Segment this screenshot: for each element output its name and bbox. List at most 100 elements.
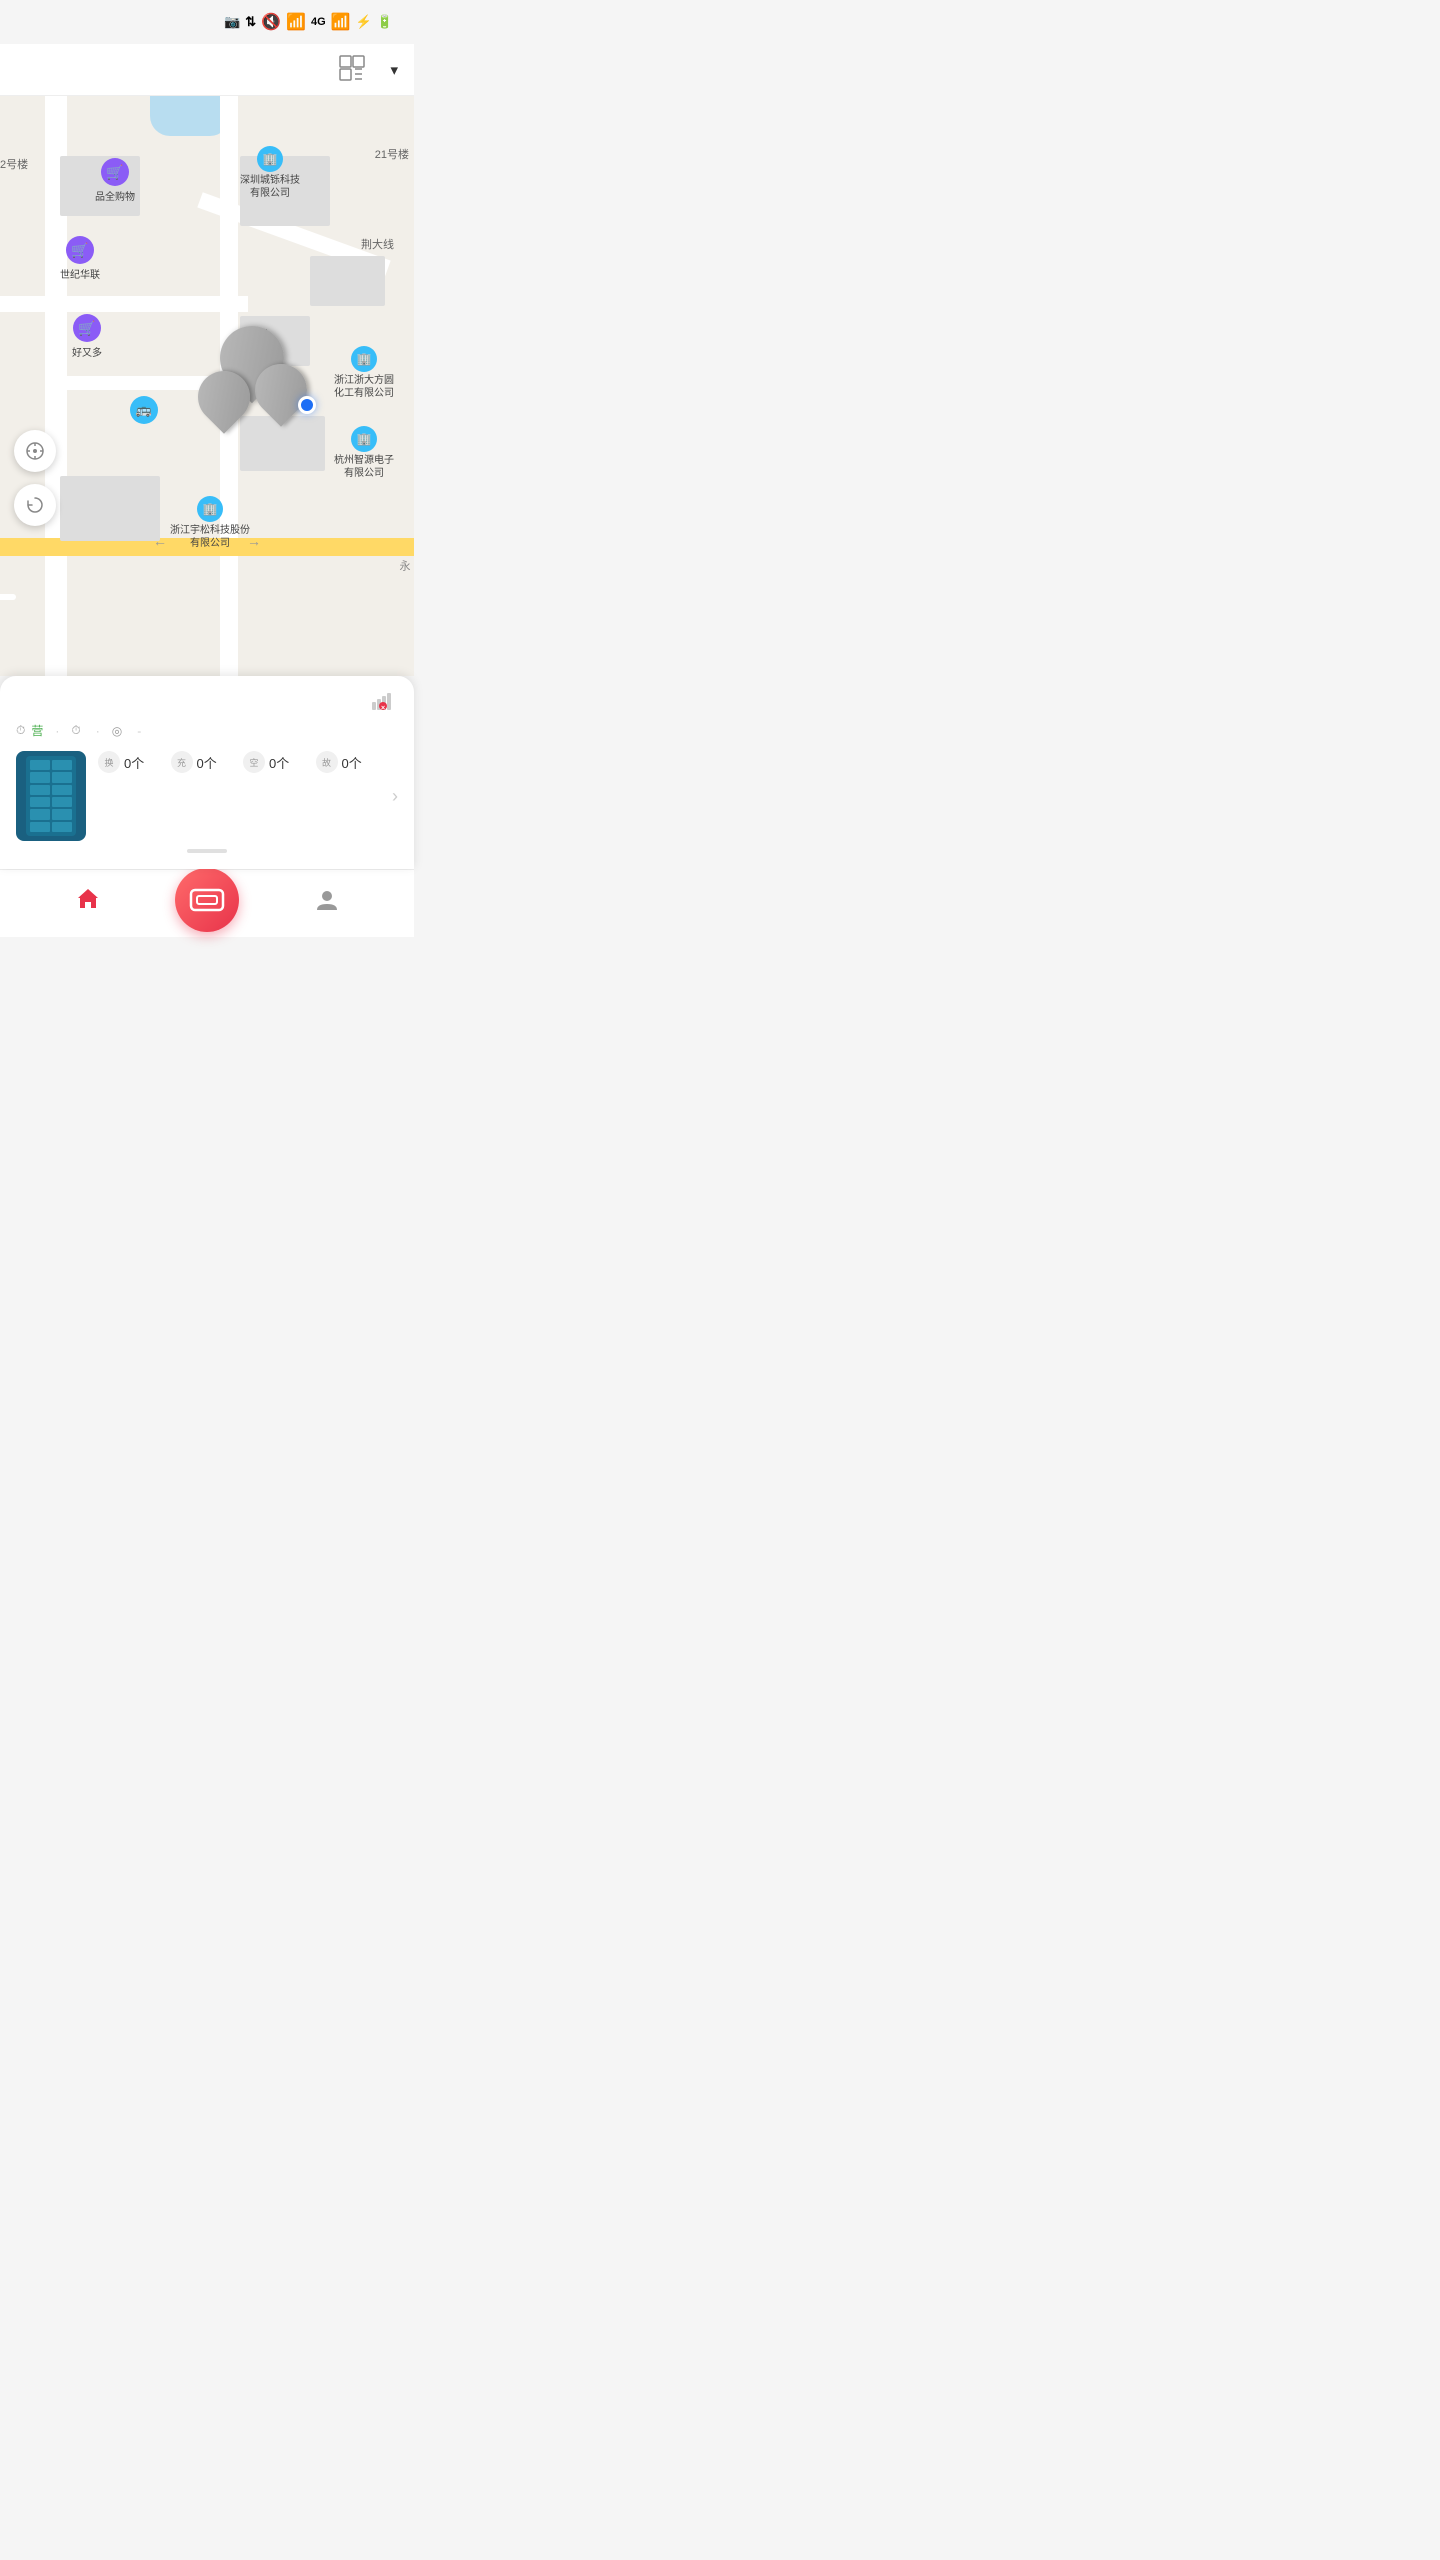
crosshair-icon: [25, 441, 45, 461]
cell-7: [30, 797, 50, 807]
cell-12: [52, 822, 72, 832]
building-icon-yusong: 🏢: [197, 496, 223, 522]
stat-empty: 空 0个: [243, 751, 308, 773]
stat-charging-value: 0个: [197, 753, 217, 772]
shopping-cart-icon-2: 🛒: [66, 236, 94, 264]
grid-view-button[interactable]: [334, 50, 370, 89]
station-cabinet: [26, 756, 76, 836]
home-icon: [75, 886, 101, 919]
signal-badge: ×: [372, 692, 398, 710]
chevron-down-icon: ▾: [390, 61, 398, 79]
road-label-jindaline: 荆大线: [361, 236, 394, 252]
city-selector-button[interactable]: ▾: [386, 61, 398, 79]
meta-dash: -: [137, 724, 141, 738]
meta-divider: ·: [55, 724, 59, 738]
cell-9: [30, 809, 50, 819]
nav-center-wrap[interactable]: [175, 868, 239, 940]
user-location-dot: [298, 396, 316, 414]
building-icon-shenzhen: 🏢: [257, 146, 283, 172]
nav-center-button[interactable]: [175, 868, 239, 932]
network-4g-icon: 4G: [311, 16, 326, 28]
map-container[interactable]: 荆大线 3号楼 2号楼 21号楼 🛒 品全购物 🏢 深圳城铄科技有限公司 🛒 世…: [0, 96, 414, 676]
station-card-header: ×: [16, 692, 398, 710]
water-area: [150, 96, 230, 136]
profile-icon: [314, 887, 340, 918]
cell-8: [52, 797, 72, 807]
arrow-right-icon: →: [247, 533, 261, 549]
home-svg: [75, 886, 101, 912]
camera-icon: 📷: [224, 14, 240, 30]
cell-3: [30, 772, 50, 782]
status-bar: 📷 ⇅ 🔇 📶 4G 📶 ⚡ 🔋: [0, 0, 414, 44]
clock-icon-2: ⏱: [71, 723, 80, 738]
poi-building-zhejiang1[interactable]: 🏢 浙江浙大方圆化工有限公司: [334, 346, 394, 400]
empty-icon: 空: [243, 751, 265, 773]
mute-icon: 🔇: [261, 12, 281, 32]
exchange-icon: 换: [98, 751, 120, 773]
poi-label-shijihualian: 世纪华联: [60, 266, 100, 281]
clock-icon: ⏱: [16, 723, 25, 738]
cell-10: [52, 809, 72, 819]
svg-text:×: ×: [381, 705, 385, 710]
stat-charging: 充 0个: [171, 751, 236, 773]
building-icon-zhiyuan: 🏢: [351, 426, 377, 452]
building-icon-zhejiang1: 🏢: [351, 346, 377, 372]
shopping-cart-icon-1: 🛒: [101, 158, 129, 186]
header: ▾: [0, 44, 414, 96]
poi-shopping-shijihualian[interactable]: 🛒 世纪华联: [60, 236, 100, 281]
stat-exchange-value: 0个: [124, 753, 144, 772]
signal-icon: 📶: [331, 12, 351, 32]
location-button[interactable]: [14, 430, 56, 472]
building-block-5: [60, 476, 160, 541]
poi-shopping-pinquan[interactable]: 🛒 品全购物: [95, 158, 135, 203]
cell-4: [52, 772, 72, 782]
refresh-icon: [25, 495, 45, 515]
road-horizontal-3: [50, 376, 216, 390]
poi-label-shenzhen: 深圳城铄科技有限公司: [240, 174, 300, 200]
map-controls: [14, 430, 56, 526]
poi-building-shenzhen[interactable]: 🏢 深圳城铄科技有限公司: [240, 146, 300, 200]
poi-label-pinquan: 品全购物: [95, 188, 135, 203]
cell-6: [52, 785, 72, 795]
arrow-left-icon: ←: [153, 533, 167, 549]
building-label-2: 2号楼: [0, 156, 28, 172]
shopping-cart-icon-3: 🛒: [73, 314, 101, 342]
wifi-icon: 📶: [286, 12, 306, 32]
meta-reservation: ⏱: [71, 723, 83, 738]
road-label-yong: 永: [396, 560, 412, 571]
status-icons: 📷 ⇅ 🔇 📶 4G 📶 ⚡ 🔋: [224, 12, 398, 32]
scan-icon: [189, 886, 225, 914]
grid-icon: [338, 54, 366, 82]
poi-shopping-haoyouduo[interactable]: 🛒 好又多: [72, 314, 102, 359]
scroll-handle: [16, 849, 398, 853]
cell-11: [30, 822, 50, 832]
profile-svg: [314, 887, 340, 913]
usb-icon: ⇅: [245, 14, 256, 30]
refresh-button[interactable]: [14, 484, 56, 526]
stat-empty-value: 0个: [269, 753, 289, 772]
poi-label-zhiyuan: 杭州智源电子有限公司: [334, 454, 394, 480]
bolt-icon: ⚡: [356, 14, 372, 30]
nav-home[interactable]: [0, 886, 175, 921]
baidu-logo: [0, 594, 16, 600]
location-icon: ◎: [112, 724, 122, 738]
bus-stop-icon[interactable]: 🚌: [130, 396, 158, 424]
poi-building-zhiyuan[interactable]: 🏢 杭州智源电子有限公司: [334, 426, 394, 480]
station-stats: 换 0个 充 0个 空 0个 故 0个: [98, 751, 380, 773]
meta-divider-2: ·: [96, 724, 100, 738]
station-card: × ⏱ 营 · ⏱ · ◎ -: [0, 676, 414, 869]
cell-2: [52, 760, 72, 770]
cell-1: [30, 760, 50, 770]
charging-icon: 充: [171, 751, 193, 773]
more-button[interactable]: ›: [392, 786, 398, 807]
poi-label-zhejiang1: 浙江浙大方圆化工有限公司: [334, 374, 394, 400]
road-direction-arrows: ← →: [153, 533, 261, 549]
nav-profile[interactable]: [239, 887, 414, 920]
stat-fault-value: 0个: [342, 753, 362, 772]
stat-fault: 故 0个: [316, 751, 381, 773]
meta-hours: ⏱ 营: [16, 722, 43, 739]
road-horizontal-2: [0, 296, 248, 312]
营业-icon: 营: [31, 722, 43, 739]
station-image: [16, 751, 86, 841]
cell-5: [30, 785, 50, 795]
